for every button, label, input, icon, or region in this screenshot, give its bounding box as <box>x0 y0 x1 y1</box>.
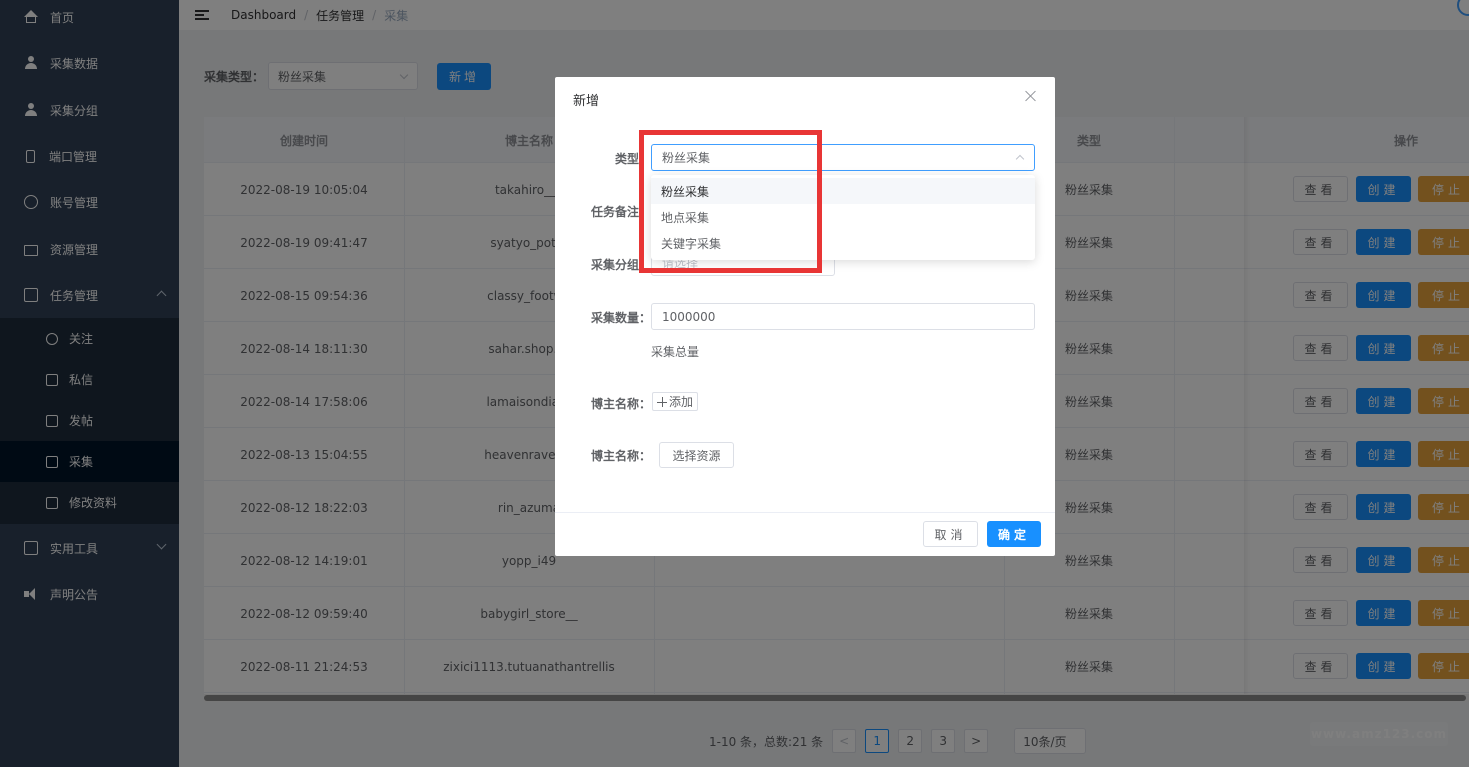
chevron-up-icon <box>1015 154 1025 164</box>
count-value: 1000000 <box>662 309 716 324</box>
count-hint: 采集总量 <box>651 345 700 359</box>
highlight-box <box>639 130 822 273</box>
dialog-title: 新增 <box>573 94 600 109</box>
confirm-button[interactable]: 确定 <box>987 521 1041 547</box>
remark-label: 任务备注 <box>591 205 640 219</box>
plus-icon <box>657 396 667 407</box>
blogger-label: 博主名称： <box>591 397 652 411</box>
group-label: 采集分组 <box>591 258 640 272</box>
type-label: 类型 <box>615 152 640 166</box>
close-icon[interactable] <box>1025 90 1037 102</box>
add-blogger-button[interactable]: 添加 <box>652 392 699 411</box>
count-input[interactable]: 1000000 <box>651 303 1035 330</box>
count-label: 采集数量： <box>591 311 652 325</box>
cancel-button[interactable]: 取消 <box>923 521 978 547</box>
blogger-label: 博主名称： <box>591 449 652 463</box>
select-resource-button[interactable]: 选择资源 <box>659 442 734 468</box>
add-blogger-label: 添加 <box>669 395 694 409</box>
